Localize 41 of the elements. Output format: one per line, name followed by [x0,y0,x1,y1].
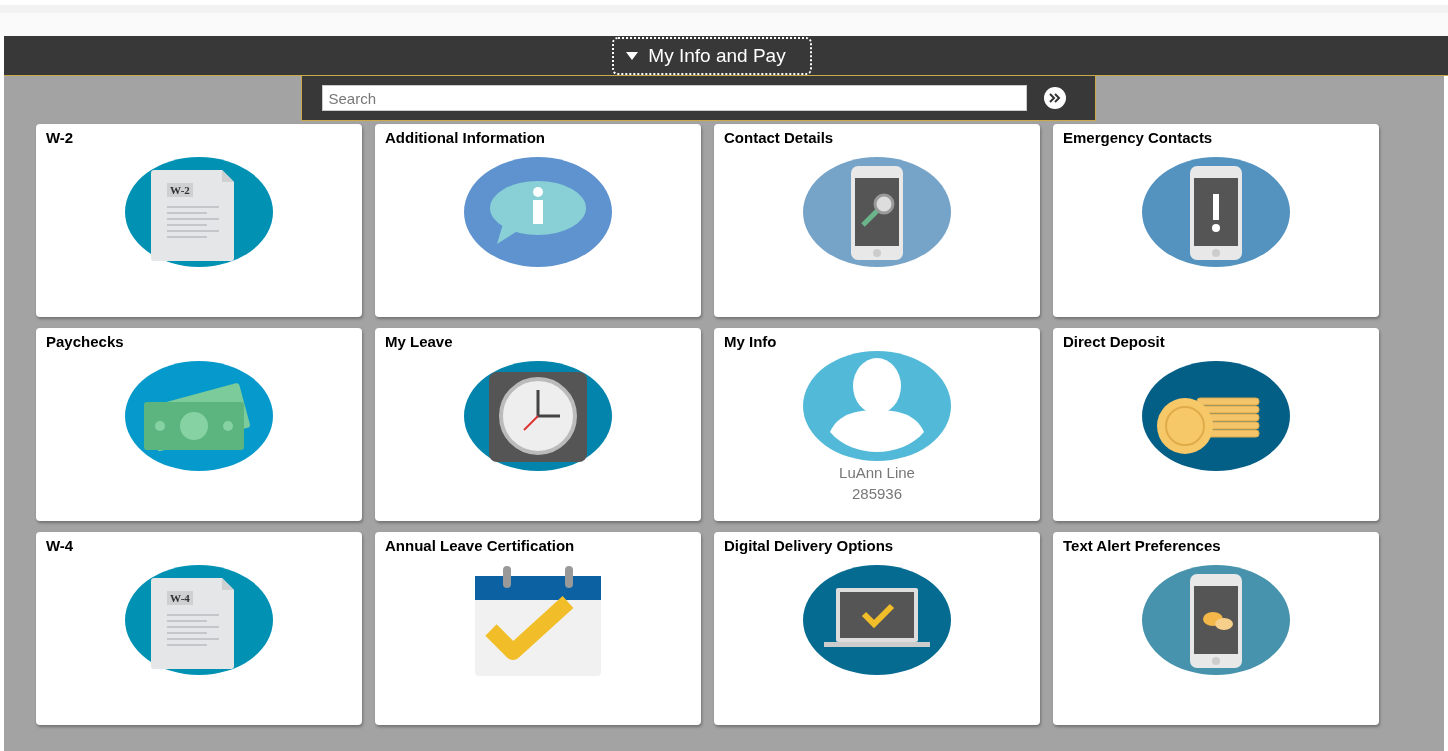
tile-subtitle: 285936 [851,484,903,504]
tile-title: Digital Delivery Options [724,537,894,554]
clock-icon [463,360,613,472]
tile-title: W-4 [46,537,74,554]
caret-icon [626,51,639,60]
tile[interactable]: My Leave [375,328,701,521]
tile-title: Text Alert Preferences [1063,537,1221,554]
search-field[interactable]: Search [321,85,1027,111]
tile[interactable]: Paychecks [36,328,362,521]
tile[interactable]: Contact Details [714,124,1040,317]
phone-alert-icon [1141,156,1291,268]
search-go-icon[interactable] [1042,86,1067,110]
tile-title: Emergency Contacts [1063,129,1213,146]
tile-title: Paychecks [46,333,124,350]
phone-chat-icon [1141,564,1291,676]
laptop-check-icon [802,564,952,676]
tile[interactable]: Direct Deposit [1053,328,1379,521]
tile-title: Direct Deposit [1063,333,1165,350]
info-bubble-icon [463,156,613,268]
tile[interactable]: Digital Delivery Options [714,532,1040,725]
document-icon: W-4 [124,564,274,676]
tile[interactable]: W-2 W-2 [36,124,362,317]
tile[interactable]: Additional Information [375,124,701,317]
tile-title: My Leave [385,333,453,350]
money-icon [124,360,274,472]
tile[interactable]: Emergency Contacts [1053,124,1379,317]
document-icon: W-2 [124,156,274,268]
phone-search-icon [802,156,952,268]
tile-subtitle: LuAnn Line [839,463,915,483]
coins-icon [1141,360,1291,472]
tile[interactable]: W-4 W-4 [36,532,362,725]
tile[interactable]: Text Alert Preferences [1053,532,1379,725]
tile[interactable]: Annual Leave Certification [375,532,701,725]
tile[interactable]: My Info LuAnn Line 285936 [714,328,1040,521]
tile-title: Contact Details [724,129,834,146]
tile-title: My Info [724,333,777,350]
category-dropdown[interactable]: My Info and Pay [612,36,812,75]
tile-title: Annual Leave Certification [385,537,575,554]
tile-title: Additional Information [385,129,545,146]
tile-title: W-2 [46,129,74,146]
person-icon [802,350,952,462]
